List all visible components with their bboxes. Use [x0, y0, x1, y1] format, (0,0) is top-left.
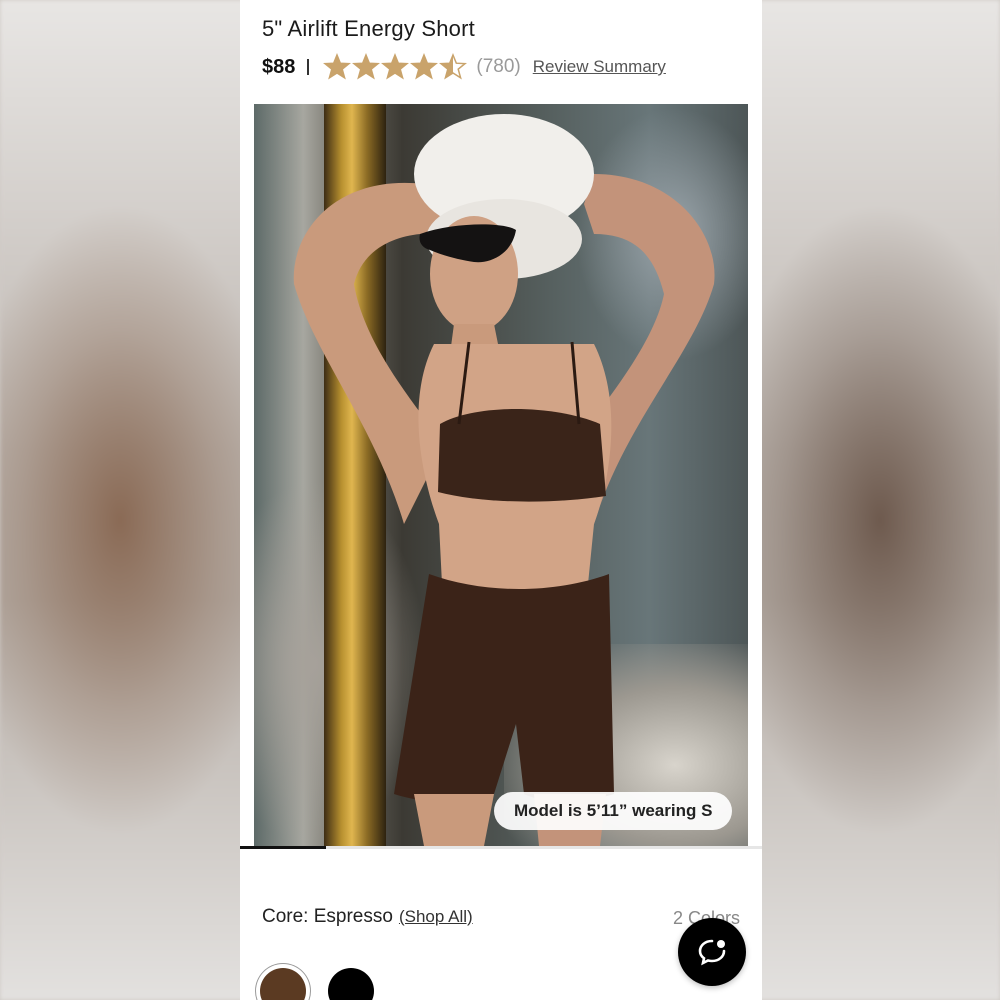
star-icon — [410, 53, 439, 80]
star-rating[interactable] — [323, 53, 468, 81]
shop-all-link[interactable]: (Shop All) — [399, 907, 473, 927]
model-illustration — [293, 114, 715, 846]
product-page: 5" Airlift Energy Short $88 (780) Review… — [240, 0, 762, 1000]
star-icon — [352, 53, 381, 80]
model-info-text: Model is 5’11” wearing S — [514, 801, 713, 820]
selected-color-label: Core: Espresso — [262, 906, 393, 927]
chat-button[interactable] — [678, 918, 746, 986]
product-image[interactable]: Model is 5’11” wearing S — [254, 104, 748, 846]
swatch-espresso[interactable] — [260, 968, 306, 1000]
divider — [307, 59, 310, 75]
gallery-progress-fill — [240, 846, 327, 849]
color-label-row: Core: Espresso (Shop All) — [262, 906, 473, 928]
star-icon — [323, 53, 352, 80]
gallery-progress — [240, 846, 762, 849]
chat-bubble-icon — [698, 939, 726, 966]
model-info-badge: Model is 5’11” wearing S — [494, 792, 733, 830]
product-price: $88 — [262, 55, 296, 78]
swatch-black[interactable] — [328, 968, 374, 1000]
price-rating-row: $88 (780) Review Summary — [262, 52, 666, 82]
review-count[interactable]: (780) — [476, 56, 520, 78]
star-icon — [439, 53, 468, 80]
review-summary-link[interactable]: Review Summary — [533, 57, 666, 77]
star-icon — [381, 53, 410, 80]
product-title: 5" Airlift Energy Short — [262, 16, 475, 41]
